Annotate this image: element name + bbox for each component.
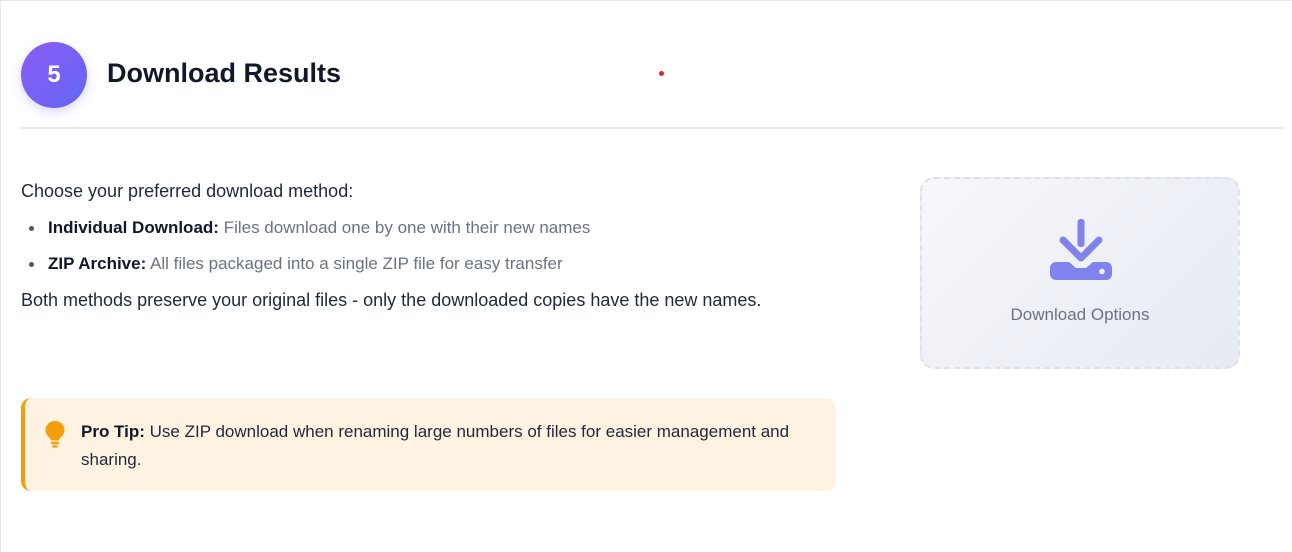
method-label: Individual Download: [48,218,219,237]
cursor-dot [659,71,664,76]
lightbulb-icon [45,421,65,448]
download-options-card[interactable]: Download Options [920,177,1240,369]
tip-body: Use ZIP download when renaming large num… [81,422,790,469]
pro-tip-callout: Pro Tip: Use ZIP download when renaming … [21,398,836,491]
list-item: ZIP Archive: All files packaged into a s… [21,250,821,278]
tip-label: Pro Tip: [81,422,145,441]
bullet-icon [29,262,34,267]
preserve-note: Both methods preserve your original file… [21,290,762,310]
download-methods-list: Individual Download: Files download one … [21,214,821,278]
download-options-label: Download Options [1010,305,1150,324]
list-item: Individual Download: Files download one … [21,214,821,242]
method-label: ZIP Archive: [48,254,147,273]
step-content: Choose your preferred download method: I… [21,176,821,315]
download-icon [1050,219,1112,280]
tip-text: Pro Tip: Use ZIP download when renaming … [81,418,801,474]
method-description: Files download one by one with their new… [223,218,591,237]
step-header: 5 Download Results [21,42,1283,129]
step-number-badge: 5 [21,42,87,108]
step-title: Download Results [107,58,342,88]
intro-text: Choose your preferred download method: [21,181,354,201]
bullet-icon [29,226,34,231]
method-description: All files packaged into a single ZIP fil… [150,254,563,273]
